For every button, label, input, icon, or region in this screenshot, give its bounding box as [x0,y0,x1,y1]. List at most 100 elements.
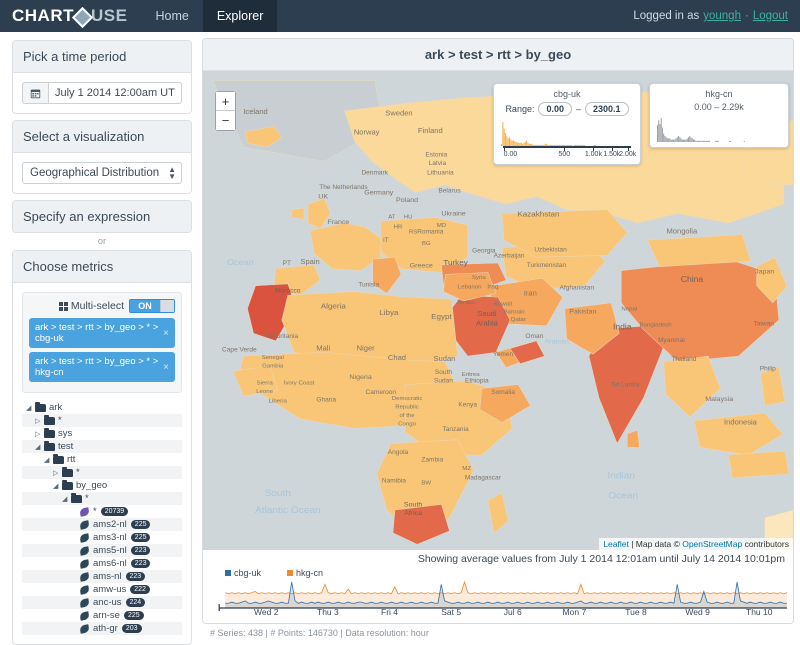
map-label: Republic [395,405,419,411]
geo-map[interactable]: Iceland Norway Sweden Finland Estonia Latvia L… [203,71,793,550]
tree-node[interactable]: ark [22,401,182,414]
histogram-bar [659,124,661,142]
histogram-bar [676,137,678,142]
tree-node[interactable]: ams2-nl 225 [22,518,182,531]
tree-node[interactable]: by_geo [22,479,182,492]
map-label: Nigeria [349,374,372,381]
legend-histogram [501,120,633,146]
tree-node[interactable]: ams5-nl 223 [22,544,182,557]
close-icon[interactable]: × [163,362,169,373]
legend-entry-hkg-cn[interactable]: hkg-cn [287,568,323,578]
tree-node[interactable]: * [22,414,182,427]
tree-node[interactable]: anc-us 224 [22,596,182,609]
map-label: HR [394,225,403,231]
map-label: Ukraine [441,211,466,218]
tree-node[interactable]: arn-se 225 [22,609,182,622]
tree-node-label: ams2-nl [93,519,127,530]
legend-entry-cbg-uk[interactable]: cbg-uk [225,568,261,578]
metric-tag[interactable]: ark > test > rtt > by_geo > * > cbg-uk × [29,318,175,348]
range-min-input[interactable]: 0.00 [538,102,572,116]
histogram-svg [501,122,596,146]
app-logo[interactable]: CHART USE [0,0,141,32]
tree-node[interactable]: test [22,440,182,453]
range-max-input[interactable]: 2300.1 [585,102,629,116]
caret-right-icon[interactable] [35,417,44,425]
caret-down-icon[interactable] [26,404,35,412]
map-attribution: Leaflet | Map data © OpenStreetMap contr… [599,537,793,550]
map-label: Jordan [456,300,475,306]
username-link[interactable]: youngh [703,10,741,22]
tree-node[interactable]: amw-us 222 [22,583,182,596]
zoom-out-icon[interactable]: − [216,111,235,130]
date-range-group[interactable] [22,82,182,104]
timeline-chart[interactable]: cbg-uk hkg-cn Wed 2 Thu 3 Fri 4 Sat 5 Jul 6 M… [203,565,793,623]
map-label: China [681,274,704,284]
leaflet-link[interactable]: Leaflet [603,539,629,549]
caret-right-icon[interactable] [35,430,44,438]
visualization-select-wrap[interactable]: Geographical Distribution ▲ ▼ [22,162,182,184]
map-label: Libya [379,308,399,317]
map-label: Greece [410,263,433,270]
histogram-bar [743,140,745,142]
multiselect-label: Multi-select [70,300,124,312]
map-label: Lithuania [427,170,454,177]
caret-down-icon[interactable] [62,495,71,503]
date-range-input[interactable] [48,82,182,104]
caret-right-icon[interactable] [53,469,62,477]
metric-tree[interactable]: ark*systestrtt*by_geo**20739ams2-nl225am… [22,401,182,635]
caret-down-icon[interactable] [53,482,62,490]
tree-node-label: test [58,441,74,452]
tree-node[interactable]: ams6-nl 223 [22,557,182,570]
map-label: Afghanistan [559,285,594,292]
map-label: UK [318,194,328,201]
openstreetmap-link[interactable]: OpenStreetMap [682,539,742,549]
tree-node[interactable]: ath-gr 203 [22,622,182,635]
map-label: Bahrain [504,309,525,315]
histogram-bar [716,140,718,142]
map-label: Oman [525,333,543,340]
histogram-bar [679,137,681,142]
map-label: MZ [462,466,471,472]
tree-node-badge: 223 [130,559,151,568]
diamond-logo-icon [71,6,94,28]
histogram-bar [683,139,685,142]
nav-item-explorer[interactable]: Explorer [202,0,278,32]
map-label: Zambia [421,457,443,464]
tree-node[interactable]: sys [22,427,182,440]
tree-node[interactable]: * [22,492,182,505]
map-label: Africa [404,510,422,517]
logout-link[interactable]: Logout [753,10,788,22]
map-zoom-controls[interactable]: + − [215,91,236,131]
histogram-bar [684,139,686,142]
histogram-bar [658,120,660,142]
nav-item-home[interactable]: Home [141,0,202,32]
tree-node[interactable]: ams3-nl 225 [22,531,182,544]
histogram-bar [671,139,673,142]
multiselect-toggle-state: ON [130,300,160,312]
x-axis-tick-label: Thu 10 [746,607,773,617]
histogram-bar [700,140,702,142]
brand-text-chart: CHART [12,6,74,25]
close-icon[interactable]: × [163,328,169,339]
caret-down-icon[interactable] [44,456,53,464]
calendar-icon[interactable] [22,82,48,104]
multiselect-toggle[interactable]: ON [129,299,175,313]
legend-subtitle: 0.00 – 2.29k [694,102,744,112]
legend-card-hkg-cn[interactable]: hkg-cn 0.00 – 2.29k [649,83,789,148]
series-line [225,580,788,595]
tree-node[interactable]: * 20739 [22,505,182,518]
legend-card-cbg-uk[interactable]: cbg-uk Range: 0.00 – 2300.1 0.00 500 1.00k… [493,83,641,165]
tree-node[interactable]: rtt [22,453,182,466]
x-axis-tick-label: Tue 8 [625,607,647,617]
tree-node[interactable]: ams-nl 223 [22,570,182,583]
tree-node-badge: 223 [130,546,151,555]
map-label: Sudan [434,378,453,385]
visualization-select[interactable]: Geographical Distribution [22,162,182,184]
zoom-in-icon[interactable]: + [216,92,235,111]
expression-title: Specify an expression [13,201,191,232]
metric-tag[interactable]: ark > test > rtt > by_geo > * > hkg-cn × [29,352,175,382]
sidebar: Pick a time period July 1 2014 12:00am U… [0,32,200,645]
tree-node[interactable]: * [22,466,182,479]
expression-panel[interactable]: Specify an expression [12,200,192,233]
caret-down-icon[interactable] [35,443,44,451]
